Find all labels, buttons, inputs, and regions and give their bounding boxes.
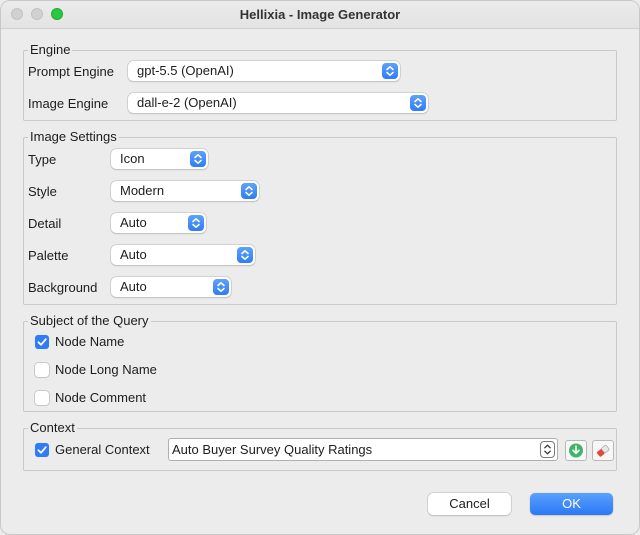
type-label: Type bbox=[28, 152, 57, 167]
style-value: Modern bbox=[120, 183, 165, 198]
background-value: Auto bbox=[120, 279, 147, 294]
node-long-name-checkbox[interactable] bbox=[35, 363, 49, 377]
prompt-engine-value: gpt-5.5 (OpenAI) bbox=[137, 63, 234, 78]
chevron-up-down-icon bbox=[237, 247, 253, 263]
detail-label: Detail bbox=[28, 216, 62, 231]
general-context-checkbox[interactable] bbox=[35, 443, 49, 457]
image-engine-label: Image Engine bbox=[28, 96, 109, 111]
eraser-icon bbox=[596, 444, 610, 457]
prompt-engine-select[interactable]: gpt-5.5 (OpenAI) bbox=[128, 61, 400, 81]
chevron-up-down-icon bbox=[382, 63, 398, 79]
dialog-window: Hellixia - Image Generator Engine Prompt… bbox=[0, 0, 640, 535]
chevron-up-down-icon bbox=[190, 151, 206, 167]
download-icon bbox=[569, 443, 583, 458]
cancel-button[interactable]: Cancel bbox=[428, 493, 511, 515]
type-select[interactable]: Icon bbox=[111, 149, 208, 169]
chevron-up-down-icon bbox=[241, 183, 257, 199]
image-engine-select[interactable]: dall-e-2 (OpenAI) bbox=[128, 93, 428, 113]
image-engine-value: dall-e-2 (OpenAI) bbox=[137, 95, 237, 110]
node-long-name-label: Node Long Name bbox=[55, 362, 157, 377]
ok-button[interactable]: OK bbox=[530, 493, 613, 515]
node-comment-checkbox[interactable] bbox=[35, 391, 49, 405]
context-legend: Context bbox=[28, 420, 77, 436]
palette-value: Auto bbox=[120, 247, 147, 262]
general-context-label: General Context bbox=[55, 442, 150, 457]
node-name-label: Node Name bbox=[55, 334, 125, 349]
background-label: Background bbox=[28, 280, 98, 295]
node-comment-label: Node Comment bbox=[55, 390, 147, 405]
chevron-up-down-icon bbox=[410, 95, 426, 111]
clear-context-button[interactable] bbox=[592, 440, 614, 461]
palette-label: Palette bbox=[28, 248, 69, 263]
subject-legend: Subject of the Query bbox=[28, 313, 151, 329]
window-title: Hellixia - Image Generator bbox=[239, 7, 401, 22]
engine-legend: Engine bbox=[28, 42, 73, 58]
node-name-checkbox[interactable] bbox=[35, 335, 49, 349]
prompt-engine-label: Prompt Engine bbox=[28, 64, 114, 79]
chevron-up-down-icon bbox=[188, 215, 204, 231]
style-select[interactable]: Modern bbox=[111, 181, 259, 201]
palette-select[interactable]: Auto bbox=[111, 245, 255, 265]
context-combo[interactable]: Auto Buyer Survey Quality Ratings bbox=[168, 438, 558, 461]
background-select[interactable]: Auto bbox=[111, 277, 231, 297]
context-value: Auto Buyer Survey Quality Ratings bbox=[172, 442, 373, 457]
chevron-up-down-icon bbox=[213, 279, 229, 295]
chevron-up-down-icon[interactable] bbox=[540, 441, 555, 458]
type-value: Icon bbox=[120, 151, 145, 166]
style-label: Style bbox=[28, 184, 57, 199]
image-settings-legend: Image Settings bbox=[28, 129, 119, 145]
detail-value: Auto bbox=[120, 215, 147, 230]
checkmark-icon bbox=[37, 446, 47, 454]
checkmark-icon bbox=[37, 338, 47, 346]
title-bar: Hellixia - Image Generator bbox=[1, 1, 639, 29]
download-context-button[interactable] bbox=[565, 440, 587, 461]
detail-select[interactable]: Auto bbox=[111, 213, 206, 233]
